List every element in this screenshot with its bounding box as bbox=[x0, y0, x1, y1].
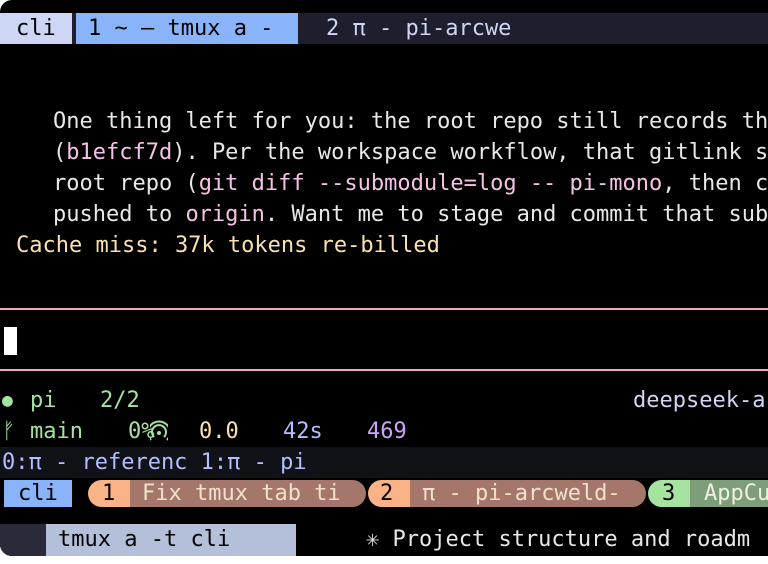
tab-2-number[interactable]: 2 bbox=[368, 480, 410, 507]
title-bg-left bbox=[0, 524, 46, 556]
branch-name: main bbox=[30, 419, 83, 444]
tab-1-label[interactable]: Fix tmux tab ti bbox=[130, 480, 366, 507]
agents-icon bbox=[71, 385, 172, 441]
branch-icon: ᚠ bbox=[2, 419, 16, 444]
text-cursor bbox=[4, 327, 17, 355]
active-window-tab[interactable]: 1 ~ — tmux a - bbox=[76, 13, 298, 44]
status-line-1: ● pi 2/2 deepseek-a bbox=[0, 385, 768, 441]
status-line-2: ᚠ main 0% 0.0 42s 469 bbox=[0, 416, 768, 473]
bottom-title-bar: tmux a -t cli ✳ Project structure and ro… bbox=[0, 524, 768, 556]
project-title[interactable]: ✳ Project structure and roadm bbox=[366, 524, 750, 556]
message-line-3: root repo (git diff --submodule=log -- p… bbox=[52, 171, 768, 196]
model-name: deepseek-a bbox=[633, 388, 766, 413]
session-name[interactable]: cli bbox=[0, 13, 72, 44]
cost-value: 0.0 bbox=[199, 419, 239, 444]
agents-count: 2/2 bbox=[100, 388, 140, 413]
tab-3-number[interactable]: 3 bbox=[648, 480, 690, 507]
inner-tmux-line: 0:π - referenc 1:π - pi bbox=[0, 447, 768, 478]
terminal-window: cli 1 ~ — tmux a - 2 π - pi-arcwe One th… bbox=[0, 0, 768, 556]
elapsed-time: 42s bbox=[283, 419, 323, 444]
context-percent: 0% bbox=[128, 419, 155, 444]
app-name: pi bbox=[30, 388, 57, 413]
tab-bar: cli 1 Fix tmux tab ti 2 π - pi-arcweld- … bbox=[0, 480, 768, 507]
input-top-rule bbox=[0, 308, 768, 310]
token-count: 469 bbox=[367, 419, 407, 444]
tab-2-label[interactable]: π - pi-arcweld- bbox=[410, 480, 646, 507]
cache-notice: Cache miss: 37k tokens re-billed bbox=[16, 233, 440, 258]
message-line-2: (b1efcf7d). Per the workspace workflow, … bbox=[52, 140, 768, 165]
window-title[interactable]: tmux a -t cli bbox=[46, 524, 296, 556]
tab-1-number[interactable]: 1 bbox=[88, 480, 130, 507]
window-tab-2[interactable]: 2 π - pi-arcwe bbox=[326, 13, 626, 44]
remote-name: origin bbox=[185, 202, 265, 227]
tab-session[interactable]: cli bbox=[4, 480, 72, 507]
message-line-4: pushed to origin. Want me to stage and c… bbox=[52, 202, 768, 227]
input-bottom-rule bbox=[0, 369, 768, 371]
top-window-bar: cli 1 ~ — tmux a - 2 π - pi-arcwe bbox=[0, 13, 768, 44]
status-dot-icon: ● bbox=[2, 390, 13, 411]
message-line-1: One thing left for you: the root repo st… bbox=[52, 109, 768, 134]
input-box[interactable] bbox=[0, 312, 768, 368]
inner-window-list[interactable]: 0:π - referenc 1:π - pi bbox=[2, 447, 307, 478]
tab-3-label[interactable]: AppCu bbox=[690, 480, 768, 507]
